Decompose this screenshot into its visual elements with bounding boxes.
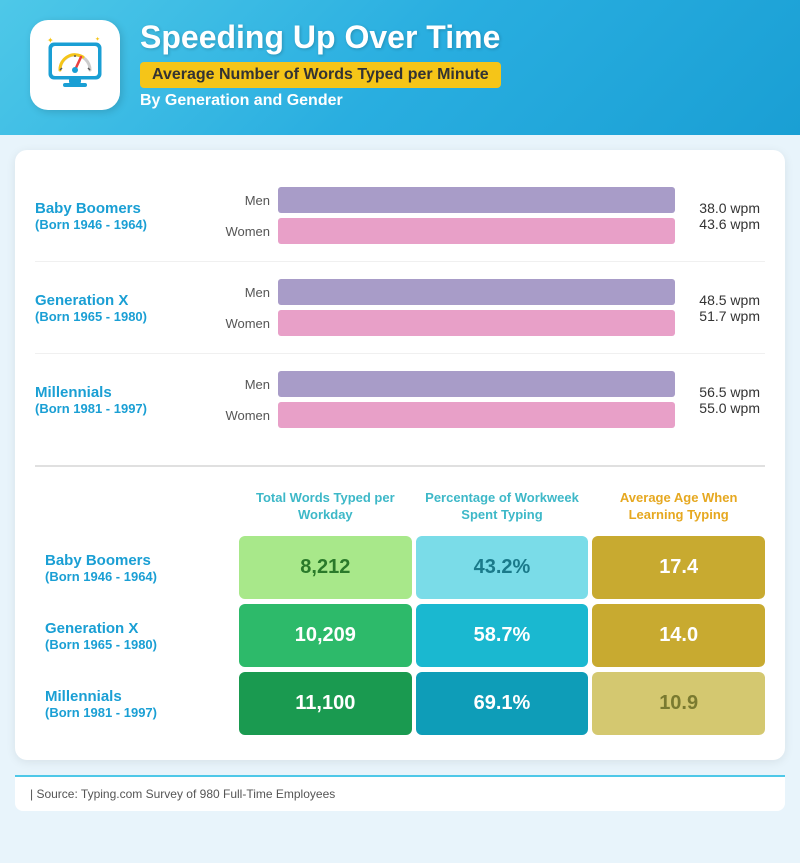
table-age-bb: 17.4 [592, 536, 765, 599]
bar-charts-bb: Men Women [215, 182, 685, 249]
table-label-bb: Baby Boomers (Born 1946 - 1964) [35, 536, 235, 600]
table-header-row: Total Words Typed per Workday Percentage… [35, 482, 765, 532]
bar-values-ml: 56.5 wpm 55.0 wpm [685, 384, 765, 416]
bar-men-bb [278, 187, 675, 213]
svg-text:✦: ✦ [95, 36, 100, 43]
men-label-bb: Men [225, 193, 270, 208]
women-label-ml: Women [225, 408, 270, 423]
men-label-gx: Men [225, 285, 270, 300]
gen-name-bb: Baby Boomers [35, 200, 215, 217]
bar-men-gx [278, 279, 675, 305]
women-wpm-ml: 55.0 wpm [685, 400, 760, 416]
table-row-bb: Baby Boomers (Born 1946 - 1964) 8,212 43… [35, 536, 765, 600]
footer: | Source: Typing.com Survey of 980 Full-… [15, 775, 785, 811]
table-gen-years-ml: (Born 1981 - 1997) [45, 705, 225, 720]
speedometer-icon: ✦ ✦ [45, 35, 105, 95]
section-divider [35, 465, 765, 467]
table-pct-bb: 43.2% [416, 536, 589, 599]
bar-item-women-ml: Women [225, 402, 675, 428]
bar-label-gen-x: Generation X (Born 1965 - 1980) [35, 292, 215, 324]
women-wpm-gx: 51.7 wpm [685, 308, 760, 324]
header-text-block: Speeding Up Over Time Average Number of … [140, 20, 501, 109]
table-header-age: Average Age When Learning Typing [592, 482, 765, 532]
bar-item-men-ml: Men [225, 371, 675, 397]
table-age-ml: 10.9 [592, 672, 765, 735]
table-header-pct: Percentage of Workweek Spent Typing [416, 482, 589, 532]
bar-chart-section: Baby Boomers (Born 1946 - 1964) Men Wome… [35, 170, 765, 445]
page-header: ✦ ✦ Speeding Up Over Time Average Number… [0, 0, 800, 135]
bar-item-men-bb: Men [225, 187, 675, 213]
bar-women-gx [278, 310, 675, 336]
women-label-gx: Women [225, 316, 270, 331]
gen-name-ml: Millennials [35, 384, 215, 401]
table-gen-years-gx: (Born 1965 - 1980) [45, 637, 225, 652]
bar-item-women-gx: Women [225, 310, 675, 336]
bar-row-gen-x: Generation X (Born 1965 - 1980) Men Wome… [35, 262, 765, 354]
table-row-gx: Generation X (Born 1965 - 1980) 10,209 5… [35, 604, 765, 668]
bar-label-baby-boomers: Baby Boomers (Born 1946 - 1964) [35, 200, 215, 232]
table-words-ml: 11,100 [239, 672, 412, 735]
page-title: Speeding Up Over Time [140, 20, 501, 55]
women-label-bb: Women [225, 224, 270, 239]
table-pct-gx: 58.7% [416, 604, 589, 667]
bar-row-baby-boomers: Baby Boomers (Born 1946 - 1964) Men Wome… [35, 170, 765, 262]
table-section: Total Words Typed per Workday Percentage… [35, 482, 765, 736]
table-gen-name-bb: Baby Boomers [45, 552, 225, 569]
table-row-ml: Millennials (Born 1981 - 1997) 11,100 69… [35, 672, 765, 736]
bar-women-bb [278, 218, 675, 244]
header-icon-box: ✦ ✦ [30, 20, 120, 110]
source-text: | Source: Typing.com Survey of 980 Full-… [30, 787, 335, 801]
bar-label-millennials: Millennials (Born 1981 - 1997) [35, 384, 215, 416]
main-card: Baby Boomers (Born 1946 - 1964) Men Wome… [15, 150, 785, 760]
table-gen-name-gx: Generation X [45, 620, 225, 637]
bar-row-millennials: Millennials (Born 1981 - 1997) Men Women… [35, 354, 765, 445]
gen-years-bb: (Born 1946 - 1964) [35, 217, 215, 232]
bar-values-gx: 48.5 wpm 51.7 wpm [685, 292, 765, 324]
table-header-words: Total Words Typed per Workday [239, 482, 412, 532]
bar-women-ml [278, 402, 675, 428]
gen-name-gx: Generation X [35, 292, 215, 309]
table-words-bb: 8,212 [239, 536, 412, 599]
gen-years-gx: (Born 1965 - 1980) [35, 309, 215, 324]
header-subtitle: Average Number of Words Typed per Minute [140, 62, 501, 88]
table-pct-ml: 69.1% [416, 672, 589, 735]
table-age-gx: 14.0 [592, 604, 765, 667]
bar-charts-ml: Men Women [215, 366, 685, 433]
bar-item-men-gx: Men [225, 279, 675, 305]
men-wpm-gx: 48.5 wpm [685, 292, 760, 308]
gen-years-ml: (Born 1981 - 1997) [35, 401, 215, 416]
bar-charts-gx: Men Women [215, 274, 685, 341]
table-gen-name-ml: Millennials [45, 688, 225, 705]
men-wpm-ml: 56.5 wpm [685, 384, 760, 400]
table-label-ml: Millennials (Born 1981 - 1997) [35, 672, 235, 736]
bar-men-ml [278, 371, 675, 397]
men-wpm-bb: 38.0 wpm [685, 200, 760, 216]
men-label-ml: Men [225, 377, 270, 392]
table-words-gx: 10,209 [239, 604, 412, 667]
svg-text:✦: ✦ [47, 36, 54, 45]
table-label-gx: Generation X (Born 1965 - 1980) [35, 604, 235, 668]
bar-values-bb: 38.0 wpm 43.6 wpm [685, 200, 765, 232]
table-header-empty [35, 482, 235, 532]
header-subline: By Generation and Gender [140, 92, 501, 110]
table-gen-years-bb: (Born 1946 - 1964) [45, 569, 225, 584]
women-wpm-bb: 43.6 wpm [685, 216, 760, 232]
bar-item-women-bb: Women [225, 218, 675, 244]
